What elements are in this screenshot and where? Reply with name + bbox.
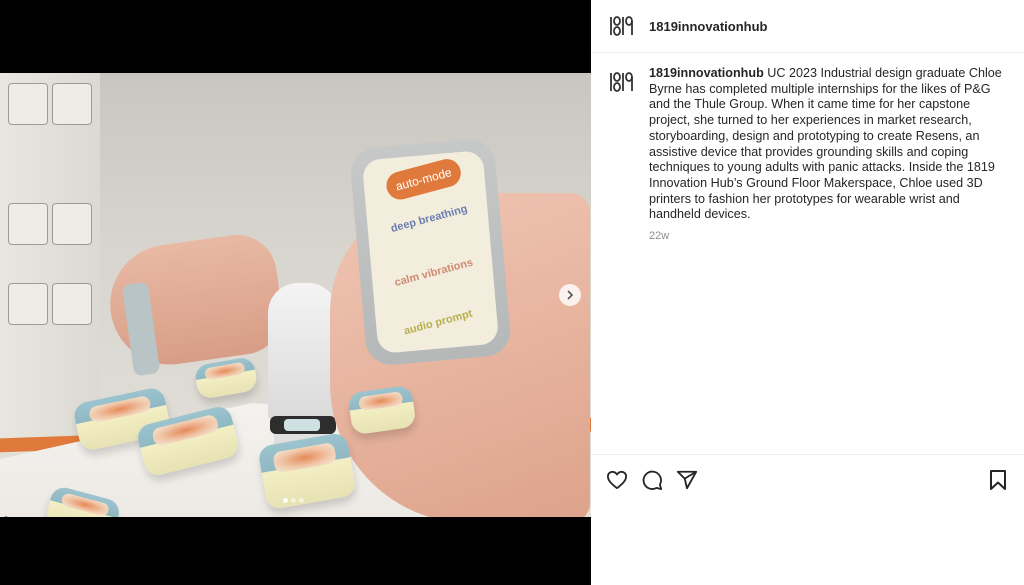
wall-sketch: [8, 203, 48, 245]
wall-sketch: [8, 283, 48, 325]
avatar[interactable]: [607, 12, 635, 40]
post-timestamp[interactable]: 22w: [649, 229, 1012, 245]
wall-sketch: [52, 83, 92, 125]
brand-logo-icon: [610, 72, 633, 92]
mannequin-hand: [268, 283, 338, 423]
device-option-label: calm vibrations: [393, 256, 475, 290]
carousel-dot: [283, 498, 288, 503]
like-button[interactable]: [605, 468, 629, 492]
carousel-next-button[interactable]: [559, 284, 581, 306]
carousel-dot: [299, 498, 304, 503]
post-sidebar: 1819innovationhub 1819innovationhub UC 2…: [591, 0, 1024, 585]
comment-button[interactable]: [640, 468, 664, 492]
prototype-pod: [193, 356, 259, 400]
comment-icon: [642, 470, 663, 490]
save-button[interactable]: [986, 468, 1010, 492]
mannequin-wristband: [270, 416, 336, 434]
wristband-screen: [284, 419, 320, 431]
carousel-dot: [291, 498, 296, 503]
wall-sketch: [8, 83, 48, 125]
heart-icon: [607, 470, 627, 489]
caption-username-link[interactable]: 1819innovationhub: [649, 66, 764, 80]
device-mode-label: auto-mode: [383, 155, 464, 203]
caption-block: 1819innovationhub UC 2023 Industrial des…: [607, 66, 1012, 245]
send-icon: [676, 470, 698, 489]
post-media: auto-mode deep breathing calm vibrations…: [0, 0, 591, 585]
wall-display: [0, 73, 100, 453]
device-face: auto-mode deep breathing calm vibrations…: [361, 150, 500, 354]
share-button[interactable]: [675, 468, 699, 492]
caption-text: UC 2023 Industrial design graduate Chloe…: [649, 66, 1002, 222]
brand-logo-icon: [610, 16, 633, 36]
carousel-indicator: [283, 498, 304, 503]
handheld-device: auto-mode deep breathing calm vibrations…: [348, 137, 513, 367]
wall-sketch: [52, 203, 92, 245]
caption: 1819innovationhub UC 2023 Industrial des…: [649, 66, 1012, 245]
chevron-right-icon: [567, 290, 574, 300]
action-bar: [591, 454, 1024, 504]
wall-sketch: [52, 283, 92, 325]
device-option-label: audio prompt: [402, 307, 474, 338]
avatar[interactable]: [607, 68, 635, 96]
username-link[interactable]: 1819innovationhub: [649, 19, 767, 34]
post-header: 1819innovationhub: [591, 0, 1024, 53]
post-photo[interactable]: auto-mode deep breathing calm vibrations…: [0, 73, 591, 517]
device-option-label: deep breathing: [389, 202, 469, 235]
bookmark-icon: [990, 469, 1006, 490]
